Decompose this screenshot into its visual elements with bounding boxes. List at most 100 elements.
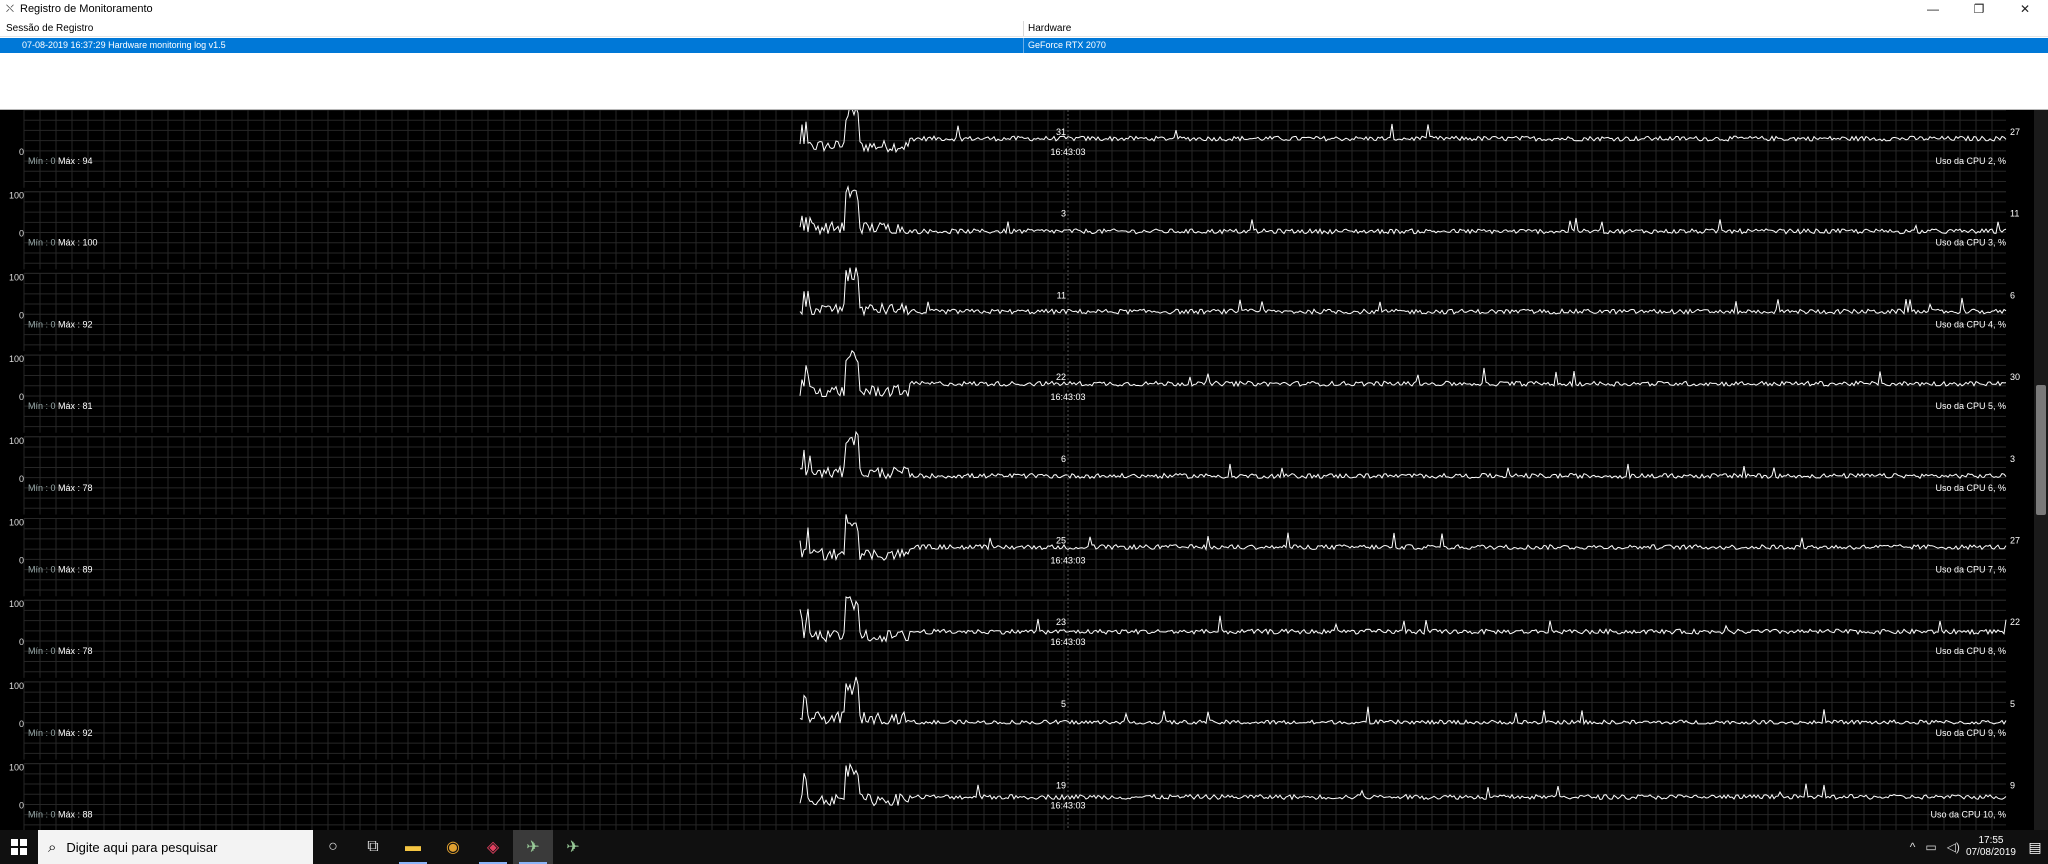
app-red-icon: ◈ [486, 839, 500, 856]
taskbar: ⌕ Digite aqui para pesquisar ○ ⧉ ▬ ◉ ◈ ✈… [0, 830, 2048, 864]
series-line [799, 267, 2007, 317]
graph-label: Uso da CPU 10, % [1930, 810, 2006, 820]
maximize-button[interactable]: ❐ [1956, 0, 2002, 18]
graph-label: Uso da CPU 2, % [1935, 156, 2006, 166]
app-icon: ⛌ [5, 2, 15, 15]
axis-top-label: 100 [9, 191, 24, 201]
cursor-value: 5 [1061, 699, 1066, 709]
cursor-time: 16:43:03 [1050, 392, 1085, 402]
min-label: Mín : 0 [28, 728, 56, 738]
end-value: 11 [2010, 209, 2019, 219]
tray-chevron-up-icon[interactable]: ^ [1910, 840, 1916, 854]
cursor-value: 22 [1056, 372, 1066, 382]
max-label: Máx : 78 [58, 483, 93, 493]
graph-label: Uso da CPU 9, % [1935, 728, 2006, 738]
cursor-value: 31 [1056, 127, 1066, 137]
series-line [799, 514, 2007, 562]
search-icon: ⌕ [48, 838, 57, 856]
end-value: 27 [2010, 127, 2020, 137]
column-header-session[interactable]: Sessão de Registro [0, 21, 1024, 36]
axis-bottom-label: 0 [19, 229, 24, 239]
column-header-hardware[interactable]: Hardware [1024, 21, 2048, 36]
file-explorer-button[interactable]: ▬ [393, 830, 433, 864]
cursor-value: 11 [1057, 290, 1066, 300]
min-label: Mín : 0 [28, 646, 56, 656]
monitor-app-button[interactable]: ✈ [553, 830, 593, 864]
series-line [799, 596, 2007, 643]
axis-top-label: 100 [9, 763, 24, 773]
scrollbar-thumb[interactable] [2036, 385, 2046, 515]
max-label: Máx : 88 [58, 810, 93, 820]
chrome-button[interactable]: ◉ [433, 830, 473, 864]
axis-bottom-label: 0 [19, 310, 24, 320]
axis-top-label: 100 [9, 272, 24, 282]
cursor-value: 25 [1056, 536, 1066, 546]
graph-label: Uso da CPU 5, % [1935, 401, 2006, 411]
axis-top-label: 100 [9, 436, 24, 446]
afterburner-button[interactable]: ✈ [513, 830, 553, 864]
max-label: Máx : 81 [58, 401, 93, 411]
clock[interactable]: 17:55 07/08/2019 [1966, 835, 2016, 859]
max-label: Máx : 100 [58, 238, 98, 248]
max-label: Máx : 92 [58, 728, 93, 738]
min-label: Mín : 0 [28, 810, 56, 820]
session-cell: 07-08-2019 16:37:29 Hardware monitoring … [0, 38, 1024, 53]
graph-label: Uso da CPU 7, % [1935, 565, 2006, 575]
app-red-button[interactable]: ◈ [473, 830, 513, 864]
cursor-value: 3 [1061, 209, 1066, 219]
network-icon[interactable]: ▭ [1925, 840, 1936, 854]
graph-label: Uso da CPU 6, % [1935, 483, 2006, 493]
chrome-icon: ◉ [446, 839, 460, 856]
cursor-value: 6 [1061, 454, 1066, 464]
graphs-svg[interactable]: 0Mín : 0 Máx : 94 Uso da CPU 2, %273116:43… [0, 110, 2034, 830]
end-value: 6 [2010, 290, 2015, 300]
min-label: Mín : 0 [28, 156, 56, 166]
axis-bottom-label: 0 [19, 147, 24, 157]
window-title: Registro de Monitoramento [20, 3, 153, 15]
axis-top-label: 100 [9, 681, 24, 691]
end-value: 9 [2010, 781, 2015, 791]
axis-bottom-label: 0 [19, 719, 24, 729]
task-view-button[interactable]: ⧉ [353, 830, 393, 864]
min-label: Mín : 0 [28, 565, 56, 575]
graph-label: Uso da CPU 8, % [1935, 646, 2006, 656]
end-value: 22 [2010, 617, 2020, 627]
system-tray: ^ ▭ ◁) [1910, 840, 1966, 854]
notification-icon[interactable]: ▤ [2022, 839, 2048, 856]
cortana-button[interactable]: ○ [313, 830, 353, 864]
max-label: Máx : 94 [58, 156, 93, 166]
axis-top-label: 100 [9, 354, 24, 364]
series-line [799, 762, 2007, 807]
monitor-app-icon: ✈ [566, 839, 580, 856]
search-placeholder: Digite aqui para pesquisar [66, 839, 218, 855]
max-label: Máx : 78 [58, 646, 93, 656]
task-view-icon: ⧉ [367, 838, 379, 855]
axis-bottom-label: 0 [19, 801, 24, 811]
start-button[interactable] [0, 830, 38, 864]
axis-bottom-label: 0 [19, 637, 24, 647]
cursor-value: 19 [1056, 781, 1066, 791]
axis-top-label: 100 [9, 599, 24, 609]
clock-date: 07/08/2019 [1965, 847, 2016, 858]
session-row[interactable]: 07-08-2019 16:37:29 Hardware monitoring … [0, 38, 2048, 53]
axis-bottom-label: 0 [19, 556, 24, 566]
series-line [799, 430, 2007, 480]
end-value: 30 [2010, 372, 2020, 382]
end-value: 3 [2010, 454, 2015, 464]
volume-icon[interactable]: ◁) [1947, 840, 1960, 854]
end-value: 5 [2010, 699, 2015, 709]
cursor-value: 23 [1056, 617, 1066, 627]
minimize-button[interactable]: — [1910, 0, 1956, 18]
afterburner-icon: ✈ [526, 839, 540, 856]
taskbar-search[interactable]: ⌕ Digite aqui para pesquisar [38, 830, 313, 864]
series-line [799, 110, 2007, 154]
axis-bottom-label: 0 [19, 474, 24, 484]
max-label: Máx : 92 [58, 319, 93, 329]
end-value: 27 [2010, 536, 2020, 546]
folder-icon: ▬ [405, 838, 421, 855]
close-button[interactable]: ✕ [2002, 0, 2048, 18]
hardware-cell: GeForce RTX 2070 [1028, 40, 1106, 50]
series-line [799, 349, 2007, 398]
min-label: Mín : 0 [28, 238, 56, 248]
graph-area[interactable]: 0 Mín : 0 Máx : 94 Uso da CPU 2, % 27 31 16:43… [0, 110, 2048, 830]
